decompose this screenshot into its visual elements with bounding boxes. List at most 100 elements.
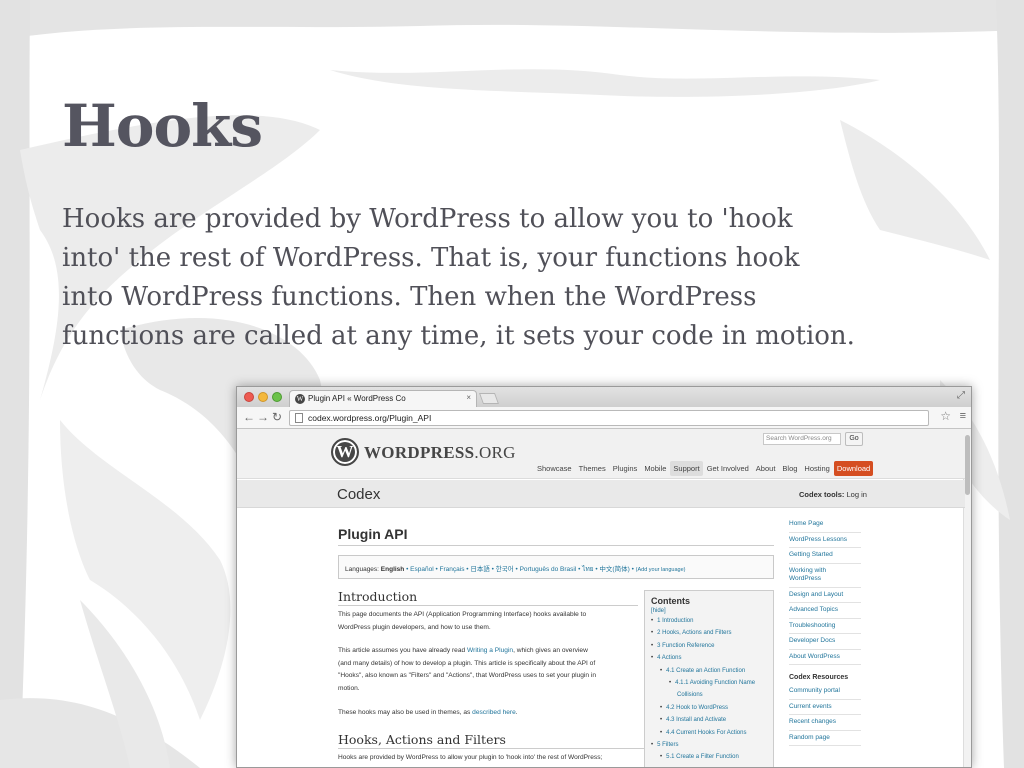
table-of-contents: Contents [hide] 1 Introduction 2 Hooks, … xyxy=(644,590,774,767)
toc-item-continuation[interactable]: Collisions xyxy=(651,689,767,701)
toc-item[interactable]: 4.4 Current Hooks For Actions xyxy=(651,727,767,739)
described-here-link[interactable]: described here xyxy=(472,709,516,716)
menu-icon[interactable]: ≡ xyxy=(960,410,966,422)
sidebar-item-working-with-wordpress[interactable]: Working with WordPress xyxy=(789,564,861,588)
nav-plugins[interactable]: Plugins xyxy=(610,461,641,476)
wp-search-go-button[interactable]: Go xyxy=(845,432,863,446)
sidebar-item-troubleshooting[interactable]: Troubleshooting xyxy=(789,619,861,634)
sidebar-item-home-page[interactable]: Home Page xyxy=(789,517,861,533)
new-tab-button[interactable] xyxy=(478,393,500,404)
sidebar-item-random-page[interactable]: Random page xyxy=(789,731,861,746)
nav-themes[interactable]: Themes xyxy=(576,461,609,476)
toc-item[interactable]: 5.1 Create a Filter Function xyxy=(651,751,767,763)
back-arrow-icon[interactable]: ← xyxy=(243,410,255,424)
codex-tools: Codex tools: Log in xyxy=(799,490,867,499)
codex-bar: Codex Codex tools: Log in xyxy=(237,480,965,508)
hooks-divider xyxy=(338,748,644,749)
nav-get-involved[interactable]: Get Involved xyxy=(704,461,752,476)
close-window-button[interactable] xyxy=(244,392,254,402)
browser-toolbar: ← → ↻ codex.wordpress.org/Plugin_API xyxy=(237,407,971,429)
nav-showcase[interactable]: Showcase xyxy=(534,461,575,476)
sidebar-item-community-portal[interactable]: Community portal xyxy=(789,684,861,700)
nav-hosting[interactable]: Hosting xyxy=(801,461,832,476)
forward-arrow-icon[interactable]: → xyxy=(257,410,269,424)
languages-prefix: Languages: xyxy=(345,566,379,573)
paragraph-text: This article assumes you have already re… xyxy=(338,647,468,654)
toc-item[interactable]: 4.1.1 Avoiding Function Name xyxy=(651,677,767,689)
sidebar-item-getting-started[interactable]: Getting Started xyxy=(789,548,861,564)
nav-mobile[interactable]: Mobile xyxy=(641,461,669,476)
toc-item[interactable]: 5 Filters xyxy=(651,739,767,751)
minimize-window-button[interactable] xyxy=(258,392,268,402)
page-title: Plugin API xyxy=(338,526,408,542)
hooks-paragraph: Hooks are provided by WordPress to allow… xyxy=(338,752,638,765)
nav-about[interactable]: About xyxy=(753,461,779,476)
add-language-link[interactable]: (Add your language) xyxy=(636,567,686,573)
page-content: Plugin API Languages: English • Español … xyxy=(237,508,965,767)
codex-title[interactable]: Codex xyxy=(337,486,380,503)
star-icon[interactable]: ☆ xyxy=(940,409,951,423)
codex-resources-heading: Codex Resources xyxy=(789,674,849,681)
nav-blog[interactable]: Blog xyxy=(779,461,800,476)
paragraph-text: These hooks may also be used in themes, … xyxy=(338,709,473,716)
language-current: English xyxy=(380,566,405,573)
slide-body-line: into' the rest of WordPress. That is, yo… xyxy=(62,243,800,273)
zoom-window-button[interactable] xyxy=(272,392,282,402)
paragraph-line: Hooks are provided by WordPress to allow… xyxy=(338,754,603,761)
scrollbar-thumb[interactable] xyxy=(965,435,970,495)
slide-body-line: functions are called at any time, it set… xyxy=(62,321,855,351)
sidebar-link-text: Current events xyxy=(789,702,832,710)
wordpress-favicon-icon: W xyxy=(295,394,305,404)
url-text: codex.wordpress.org/Plugin_API xyxy=(308,413,432,423)
intro-paragraph-2: This article assumes you have already re… xyxy=(338,645,638,695)
toc-hide-link[interactable]: [hide] xyxy=(651,608,767,614)
sidebar-item-current-events[interactable]: Current events xyxy=(789,700,861,715)
paragraph-text: , which gives an overview xyxy=(513,647,588,654)
nav-support[interactable]: Support xyxy=(670,460,703,476)
wordpress-logo-icon[interactable]: W xyxy=(331,438,359,466)
toc-item[interactable]: 4 Actions xyxy=(651,652,767,664)
reload-icon[interactable]: ↻ xyxy=(272,410,282,424)
toc-item[interactable]: 4.2 Hook to WordPress xyxy=(651,702,767,714)
intro-paragraph-3: These hooks may also be used in themes, … xyxy=(338,707,638,720)
sidebar-item-wordpress-lessons[interactable]: WordPress Lessons xyxy=(789,533,861,548)
slide-body-line: Hooks are provided by WordPress to allow… xyxy=(62,204,793,234)
hooks-heading: Hooks, Actions and Filters xyxy=(338,732,506,747)
sidebar-item-about-wordpress[interactable]: About WordPress xyxy=(789,650,861,665)
toc-item[interactable]: 4.1 Create an Action Function xyxy=(651,665,767,677)
sidebar-link-text: Working with xyxy=(789,566,827,574)
toc-item[interactable]: 2 Hooks, Actions and Filters xyxy=(651,627,767,639)
fullscreen-icon[interactable]: ⤢ xyxy=(957,390,965,401)
sidebar-item-recent-changes[interactable]: Recent changes xyxy=(789,715,861,731)
wordmark-bold: WORDPRESS xyxy=(364,443,475,462)
paragraph-line: This page documents the API (Application… xyxy=(338,611,587,618)
toc-item[interactable]: 4.3 Install and Activate xyxy=(651,714,767,726)
sidebar-item-developer-docs[interactable]: Developer Docs xyxy=(789,634,861,650)
language-links[interactable]: • Español • Français • 日本語 • 한국어 • Portu… xyxy=(404,566,635,573)
sidebar-link-text: Developer Docs xyxy=(789,637,836,644)
wp-main-nav: Showcase Themes Plugins Mobile Support G… xyxy=(534,459,874,477)
paragraph-line: These hooks may also be used in themes, … xyxy=(338,707,638,720)
tab-close-icon[interactable]: × xyxy=(466,393,471,402)
sidebar-item-advanced-topics[interactable]: Advanced Topics xyxy=(789,603,861,619)
sidebar-link-text: WordPress Lessons xyxy=(789,535,848,543)
tab-title: Plugin API « WordPress Co xyxy=(308,394,406,403)
download-button[interactable]: Download xyxy=(833,460,874,476)
intro-heading: Introduction xyxy=(338,589,418,604)
writing-a-plugin-link[interactable]: Writing a Plugin xyxy=(467,647,513,654)
browser-tab[interactable]: W Plugin API « WordPress Co × xyxy=(289,390,477,407)
sidebar-item-design-and-layout[interactable]: Design and Layout xyxy=(789,588,861,603)
toc-item[interactable]: 3 Function Reference xyxy=(651,640,767,652)
slide-title: Hooks xyxy=(62,92,263,160)
intro-divider xyxy=(338,605,638,606)
wordpress-wordmark[interactable]: WORDPRESS.ORG xyxy=(364,443,516,463)
login-link[interactable]: Log in xyxy=(847,490,867,499)
sidebar-link-text: Home Page xyxy=(789,520,824,527)
paragraph-line: (and many details) of how to develop a p… xyxy=(338,659,596,667)
slide-body-line: into WordPress functions. Then when the … xyxy=(62,282,757,312)
paragraph-line: motion. xyxy=(338,684,360,692)
slide-body: Hooks are provided by WordPress to allow… xyxy=(62,200,982,356)
address-bar[interactable]: codex.wordpress.org/Plugin_API xyxy=(289,410,929,426)
toc-item[interactable]: 1 Introduction xyxy=(651,615,767,627)
wp-search-input[interactable]: Search WordPress.org xyxy=(763,433,841,445)
